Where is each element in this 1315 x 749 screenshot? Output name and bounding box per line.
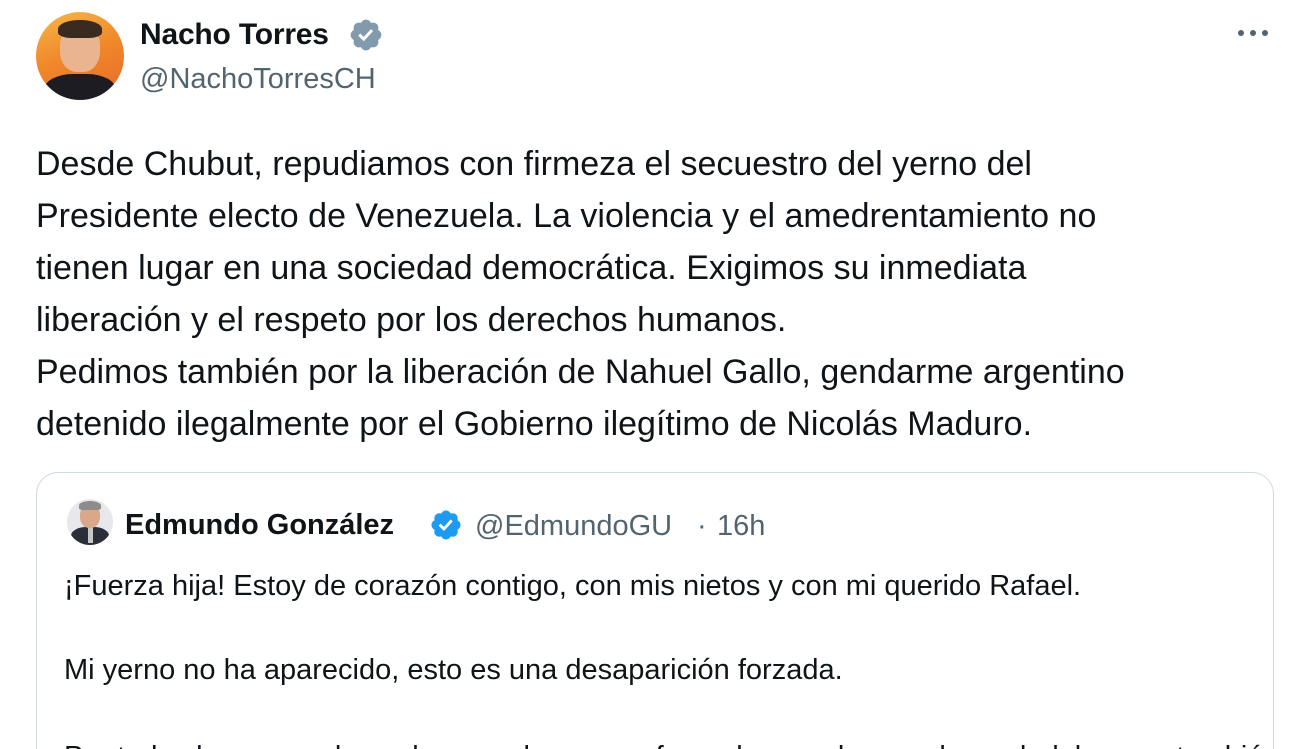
quoted-author-handle[interactable]: @EdmundoGU [475, 510, 672, 543]
tweet: Nacho Torres @NachoTorresCH Desde Chubut… [0, 0, 1315, 749]
quoted-text-line: Mi yerno no ha aparecido, esto es una de… [64, 654, 843, 686]
dot [1250, 30, 1256, 36]
tweet-text-line: tienen lugar en una sociedad democrática… [36, 249, 1027, 287]
avatar-hair-shape [79, 501, 101, 510]
tweet-text-line: Desde Chubut, repudiamos con firmeza el … [36, 145, 1032, 183]
dot [1238, 30, 1244, 36]
author-name[interactable]: Nacho Torres [140, 18, 329, 52]
verified-badge-icon [431, 510, 461, 540]
avatar-hair-shape [58, 20, 102, 38]
tweet-text: Desde Chubut, repudiamos con firmeza el … [36, 138, 1276, 450]
avatar-shirt-shape [88, 527, 93, 543]
quoted-text-line: Por todos los venezolanos buenos, los qu… [64, 741, 1273, 749]
quoted-timestamp[interactable]: 16h [717, 510, 765, 543]
verified-badge-icon [350, 19, 382, 51]
quoted-text-line: ¡Fuerza hija! Estoy de corazón contigo, … [64, 570, 1082, 602]
avatar-body-shape [44, 74, 116, 100]
quoted-author-avatar[interactable] [67, 499, 113, 545]
author-handle[interactable]: @NachoTorresCH [140, 63, 376, 96]
more-horizontal-icon[interactable] [1232, 14, 1274, 52]
tweet-text-line: liberación y el respeto por los derechos… [36, 301, 787, 339]
meta-separator: · [697, 510, 707, 542]
dot [1262, 30, 1268, 36]
tweet-text-line: Presidente electo de Venezuela. La viole… [36, 197, 1097, 235]
quoted-author-name[interactable]: Edmundo González [125, 509, 394, 542]
author-avatar[interactable] [36, 12, 124, 100]
tweet-text-line: Pedimos también por la liberación de Nah… [36, 353, 1125, 391]
tweet-text-line: detenido ilegalmente por el Gobierno ile… [36, 405, 1033, 443]
quoted-tweet[interactable]: Edmundo González @EdmundoGU · 16h ¡Fuerz… [36, 472, 1274, 749]
